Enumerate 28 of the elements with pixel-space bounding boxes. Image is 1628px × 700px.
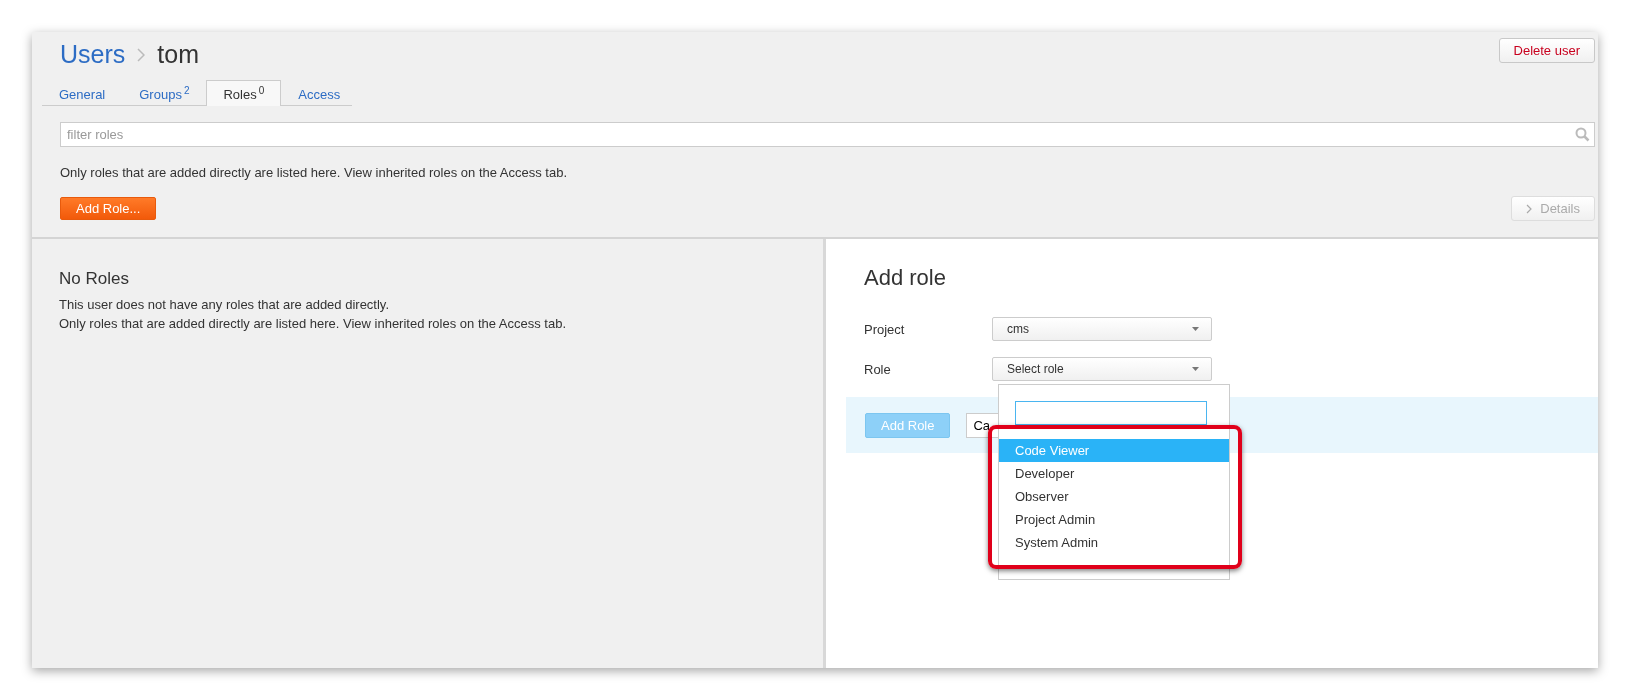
delete-user-button[interactable]: Delete user: [1498, 38, 1595, 63]
chevron-icon: [1526, 203, 1533, 214]
select-field[interactable]: cms: [992, 317, 1212, 341]
field-label: Project: [864, 321, 906, 337]
dropdown-option[interactable]: Developer: [999, 462, 1229, 485]
field-label: Role: [864, 361, 892, 377]
add-role-button[interactable]: Add Role...: [60, 197, 157, 220]
empty-text: This user does not have any roles that are added directly.: [59, 296, 390, 314]
page-title: tom: [157, 40, 199, 69]
tab[interactable]: Access: [281, 82, 358, 106]
tab[interactable]: General: [42, 82, 123, 106]
chevron-icon: [137, 47, 146, 62]
filter-field[interactable]: filter roles: [60, 122, 1595, 147]
search-field[interactable]: [1015, 401, 1207, 425]
dropdown-option[interactable]: Observer: [999, 485, 1229, 508]
empty-text: Only roles that are added directly are listed here. View inherited roles on the Access tab.: [59, 315, 568, 333]
tab[interactable]: Roles$^{0}$: [206, 79, 282, 106]
caret-icon: [1192, 327, 1199, 331]
dropdown-option[interactable]: Project Admin: [999, 508, 1229, 531]
tab[interactable]: Groups$^{2}$: [122, 79, 207, 106]
caret-icon: [1192, 367, 1199, 371]
select-field[interactable]: Select role: [992, 357, 1212, 381]
form-title: Add role: [864, 265, 947, 291]
empty-title: No Roles: [59, 269, 130, 289]
search-icon: [1575, 127, 1590, 142]
info-text: Only roles that are added directly are listed here. View inherited roles on the Access tab.: [60, 165, 569, 180]
dropdown-option[interactable]: System Admin: [999, 531, 1229, 554]
breadcrumb-link[interactable]: Users: [60, 40, 126, 69]
